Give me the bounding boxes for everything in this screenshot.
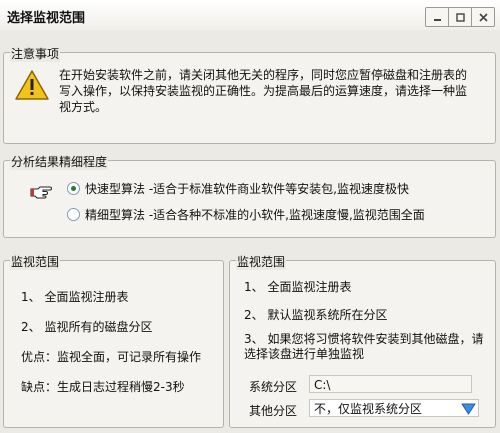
scope-left-item-1: 1、 全面监视注册表 [21,290,129,304]
scope-left-con: 缺点：生成日志过程稍慢2-3秒 [21,380,185,394]
radio-fine-indicator[interactable] [67,208,80,221]
notice-group: 注意事项 在开始安装软件之前，请关闭其他无关的程序，同时您应暂停磁盘和注册表的 … [3,45,499,144]
system-partition-value: C:\ [314,378,331,392]
radio-fast-label[interactable]: 快速型算法 -适合于标准软件商业软件等安装包,监视速度极快 [85,180,409,197]
radio-fine-label[interactable]: 精细型算法 -适合各种不标准的小软件,监视速度慢,监视范围全面 [85,206,425,223]
system-partition-label: 系统分区 [249,380,298,394]
close-icon [478,12,488,22]
scope-left-pro: 优点：监视全面，可记录所有操作 [21,350,202,364]
radio-fast-indicator[interactable] [67,182,80,195]
scope-right-item-1: 1、 全面监视注册表 [244,280,352,294]
system-partition-field: C:\ [309,375,472,393]
scope-left-legend: 监视范围 [10,253,61,270]
notice-line-2: 写入操作，以保持安装监视的正确性。为提高最后的运算速度，请选择一种监 [59,84,468,98]
minimize-icon [433,18,441,21]
notice-line-3: 视方式。 [59,100,108,114]
maximize-button[interactable] [449,8,472,26]
close-button[interactable] [472,8,494,26]
scope-right-item-2: 2、 默认监视系统所在分区 [244,308,388,322]
scope-left-group: 监视范围 1、 全面监视注册表 2、 监视所有的磁盘分区 优点：监视全面，可记录… [3,253,224,428]
title-bar[interactable]: 选择监视范围 [0,0,500,30]
notice-text: 在开始安装软件之前，请关闭其他无关的程序，同时您应暂停磁盘和注册表的 写入操作，… [59,67,499,115]
precision-legend: 分析结果精细程度 [10,153,109,170]
precision-group: 分析结果精细程度 快速型算法 -适合于标准软件商业软件等安装包,监视速度极快 精… [3,153,496,238]
maximize-icon [455,12,465,22]
window-controls [425,7,495,27]
notice-line-1: 在开始安装软件之前，请关闭其他无关的程序，同时您应暂停磁盘和注册表的 [59,68,468,82]
chevron-down-icon [461,403,476,415]
minimize-button[interactable] [426,8,449,26]
window-title: 选择监视范围 [7,11,86,26]
warning-icon [15,70,49,100]
radio-fast-algorithm[interactable]: 快速型算法 -适合于标准软件商业软件等安装包,监视速度极快 [67,180,409,197]
other-partition-select[interactable]: 不，仅监视系统分区 [309,399,479,417]
scope-left-item-2: 2、 监视所有的磁盘分区 [21,320,153,334]
other-partition-label: 其他分区 [249,404,298,418]
other-partition-dropdown-button[interactable] [460,401,477,416]
scope-right-group: 监视范围 1、 全面监视注册表 2、 默认监视系统所在分区 3、 如果您将习惯将… [229,253,496,428]
scope-right-item-3-line-2: 选择该盘进行单独监视 [244,347,365,361]
radio-fine-algorithm[interactable]: 精细型算法 -适合各种不标准的小软件,监视速度慢,监视范围全面 [67,206,425,223]
scope-right-legend: 监视范围 [236,253,287,270]
other-partition-value: 不，仅监视系统分区 [314,402,423,416]
pointing-hand-icon [30,186,52,199]
notice-legend: 注意事项 [10,45,61,62]
